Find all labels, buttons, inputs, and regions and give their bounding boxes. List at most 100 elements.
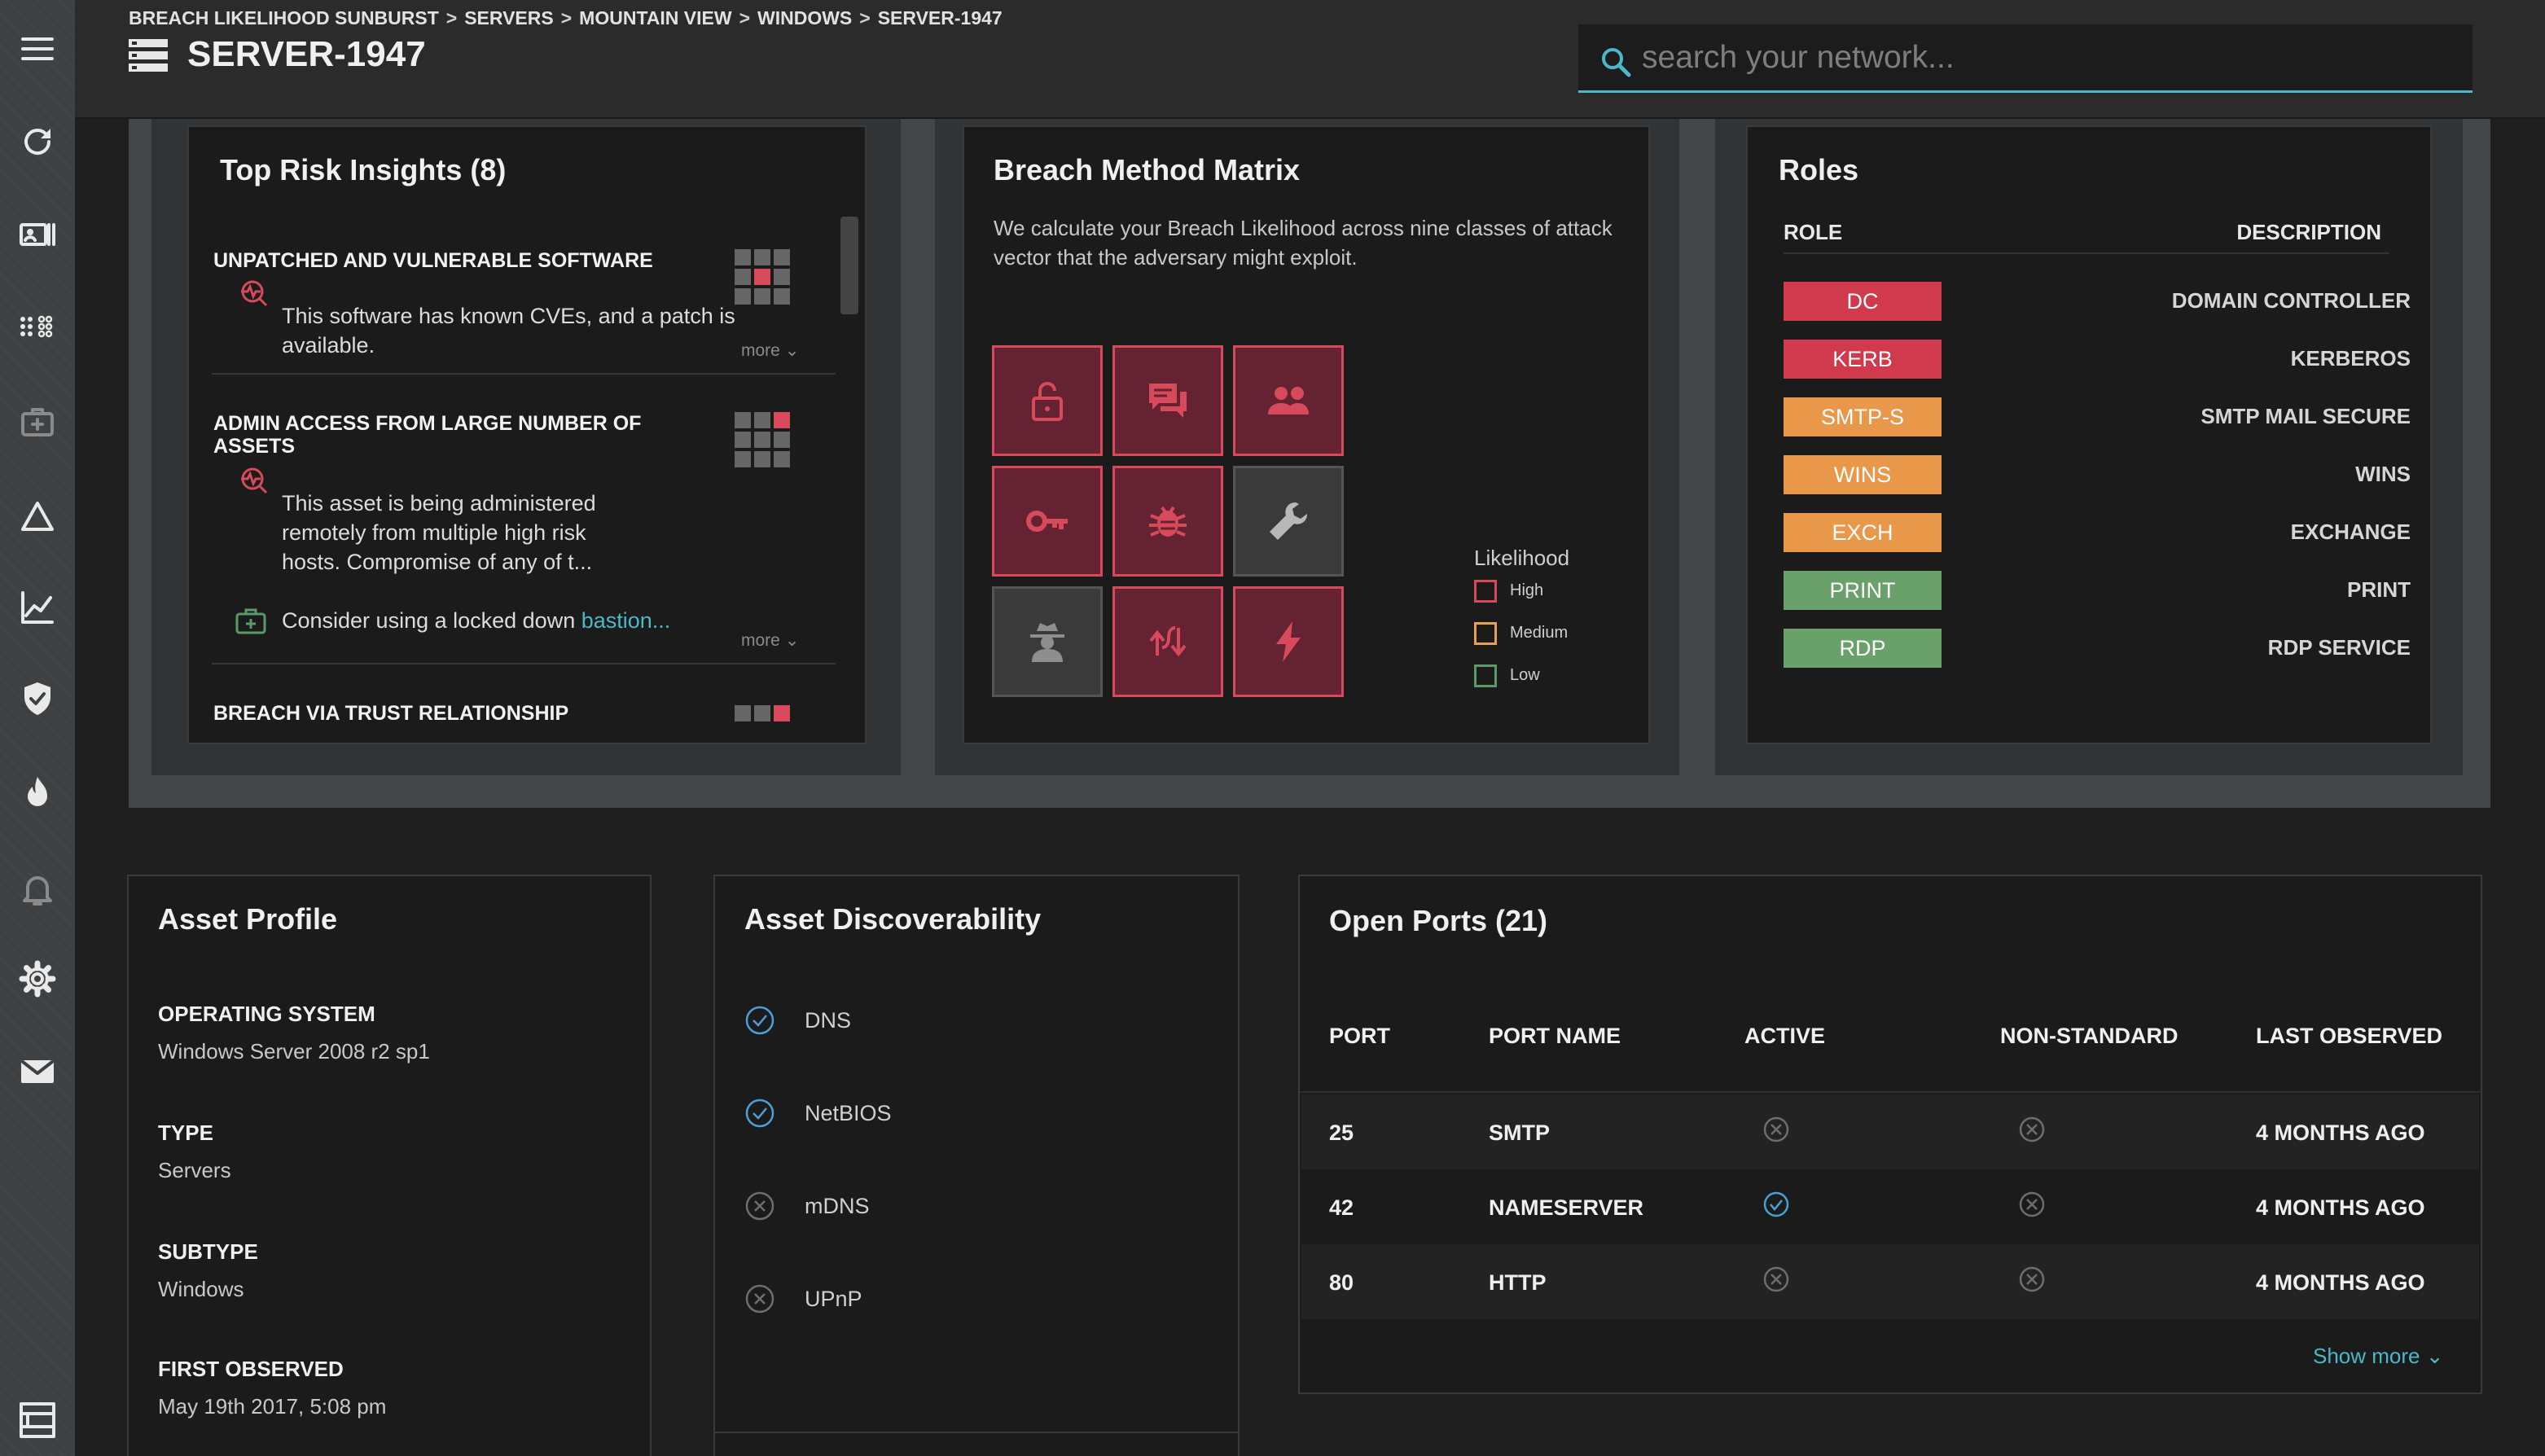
triangle-icon[interactable] — [15, 493, 60, 539]
trend-chart-icon[interactable] — [15, 585, 60, 630]
matrix-cell-key[interactable] — [992, 466, 1103, 577]
search-input[interactable] — [1642, 34, 2440, 81]
top-risk-insights-panel: Top Risk Insights (8) UNPATCHED AND VULN… — [187, 125, 867, 744]
breadcrumb-separator: > — [445, 7, 458, 29]
chevron-down-icon: ⌄ — [2425, 1344, 2444, 1368]
legend-title: Likelihood — [1474, 546, 1570, 570]
x-circle-icon — [2019, 1266, 2045, 1292]
role-badge: SMTP-S — [1784, 397, 1942, 436]
shield-check-icon[interactable] — [15, 676, 60, 721]
insight-item[interactable]: ADMIN ACCESS FROM LARGE NUMBER OF ASSETS — [213, 412, 669, 458]
breadcrumb-item[interactable]: WINDOWS — [757, 7, 852, 29]
role-description: EXCHANGE — [2290, 520, 2411, 544]
spy-icon — [1030, 623, 1064, 662]
contact-card-icon[interactable] — [15, 212, 60, 257]
field-label: FIRST OBSERVED — [158, 1357, 344, 1381]
x-circle-icon — [2019, 1191, 2045, 1217]
dots-grid-icon[interactable] — [15, 303, 60, 349]
port-name: HTTP — [1489, 1270, 1547, 1295]
table-row[interactable]: 42 NAMESERVER 4 MONTHS AGO — [1301, 1169, 2479, 1244]
column-header-active[interactable]: ACTIVE — [1744, 1024, 1825, 1049]
search-box — [1578, 24, 2473, 93]
medkit-icon[interactable] — [15, 399, 60, 445]
table-row[interactable]: 25 SMTP 4 MONTHS AGO — [1301, 1094, 2479, 1169]
flame-icon[interactable] — [15, 770, 60, 816]
show-more-link[interactable]: Show more ⌄ — [2313, 1344, 2444, 1369]
discovery-label: mDNS — [805, 1194, 870, 1218]
breadcrumb-item[interactable]: SERVERS — [464, 7, 554, 29]
bastion-link[interactable]: bastion... — [581, 608, 671, 633]
port-number: 80 — [1329, 1270, 1354, 1295]
role-row: KERB KERBEROS — [1784, 340, 2411, 379]
panel-title: Breach Method Matrix — [994, 153, 1301, 186]
legend-swatch-high — [1474, 580, 1497, 603]
legend-label-low: Low — [1510, 666, 1540, 684]
column-header-port-name[interactable]: PORT NAME — [1489, 1024, 1621, 1049]
port-name: NAMESERVER — [1489, 1195, 1644, 1220]
role-description: SMTP MAIL SECURE — [2201, 404, 2411, 428]
insight-description: This software has known CVEs, and a patc… — [282, 304, 735, 357]
matrix-cell-unlock[interactable] — [992, 345, 1103, 456]
insight-recommendation: Consider using a locked down bastion... — [282, 608, 671, 633]
lightning-icon — [1276, 621, 1301, 662]
last-observed: 4 MONTHS AGO — [2256, 1270, 2425, 1295]
port-name: SMTP — [1489, 1121, 1551, 1145]
role-badge: EXCH — [1784, 513, 1942, 552]
role-row: EXCH EXCHANGE — [1784, 513, 2411, 552]
risk-grid-icon — [735, 412, 790, 467]
last-observed: 4 MONTHS AGO — [2256, 1195, 2425, 1220]
table-row[interactable]: 80 HTTP 4 MONTHS AGO — [1301, 1244, 2479, 1319]
layout-icon[interactable] — [15, 1397, 60, 1443]
check-circle-icon — [745, 1006, 774, 1035]
column-header-port[interactable]: PORT — [1329, 1024, 1390, 1049]
role-description: DOMAIN CONTROLLER — [2171, 288, 2411, 313]
field-label: SUBTYPE — [158, 1239, 258, 1264]
legend-label-medium: Medium — [1510, 624, 1569, 642]
field-value: Servers — [158, 1158, 231, 1182]
divider — [212, 663, 836, 664]
check-circle-icon — [1763, 1191, 1789, 1217]
breadcrumb-item[interactable]: BREACH LIKELIHOOD SUNBURST — [129, 7, 439, 29]
mail-icon[interactable] — [15, 1049, 60, 1094]
refresh-icon[interactable] — [15, 119, 60, 164]
divider — [212, 373, 836, 375]
field-label: OPERATING SYSTEM — [158, 1002, 375, 1026]
breadcrumb-separator: > — [560, 7, 573, 29]
role-badge: PRINT — [1784, 571, 1942, 610]
matrix-cell-users[interactable] — [1233, 345, 1344, 456]
bell-icon[interactable] — [15, 866, 60, 912]
matrix-cell-wrench[interactable] — [1233, 466, 1344, 577]
last-observed: 4 MONTHS AGO — [2256, 1121, 2425, 1145]
matrix-cell-transfer[interactable] — [1112, 586, 1223, 697]
discovery-label: UPnP — [805, 1287, 862, 1311]
matrix-cell-chat[interactable] — [1112, 345, 1223, 456]
role-row: WINS WINS — [1784, 455, 2411, 494]
gear-icon[interactable] — [15, 956, 60, 1002]
scrollbar[interactable] — [840, 217, 858, 314]
insight-title: ADMIN ACCESS FROM LARGE NUMBER OF ASSETS — [213, 412, 642, 458]
breadcrumb-separator: > — [859, 7, 871, 29]
matrix-description: We calculate your Breach Likelihood acro… — [994, 216, 1613, 270]
column-header-non-standard[interactable]: NON-STANDARD — [2000, 1024, 2178, 1049]
x-circle-icon — [1763, 1116, 1789, 1142]
users-icon — [1268, 387, 1309, 414]
matrix-cell-bug[interactable] — [1112, 466, 1223, 577]
transfer-icon — [1149, 626, 1187, 657]
heartbeat-icon — [241, 280, 268, 307]
breadcrumb-item[interactable]: MOUNTAIN VIEW — [579, 7, 731, 29]
divider — [715, 1432, 1238, 1433]
matrix-cell-lightning[interactable] — [1233, 586, 1344, 697]
menu-icon[interactable] — [15, 26, 60, 72]
role-row: RDP RDP SERVICE — [1784, 629, 2411, 668]
role-badge: WINS — [1784, 455, 1942, 494]
role-row: PRINT PRINT — [1784, 571, 2411, 610]
more-link[interactable]: more ⌄ — [741, 340, 799, 361]
matrix-cell-spy[interactable] — [992, 586, 1103, 697]
x-circle-icon — [745, 1191, 774, 1221]
more-link[interactable]: more ⌄ — [741, 630, 799, 651]
bug-icon — [1149, 506, 1187, 537]
roles-panel: Roles ROLE DESCRIPTION DC DOMAIN CONTROLL… — [1746, 125, 2432, 744]
port-number: 25 — [1329, 1121, 1354, 1145]
column-header-last-observed[interactable]: LAST OBSERVED — [2256, 1024, 2442, 1049]
panel-title: Open Ports (21) — [1329, 904, 1548, 937]
